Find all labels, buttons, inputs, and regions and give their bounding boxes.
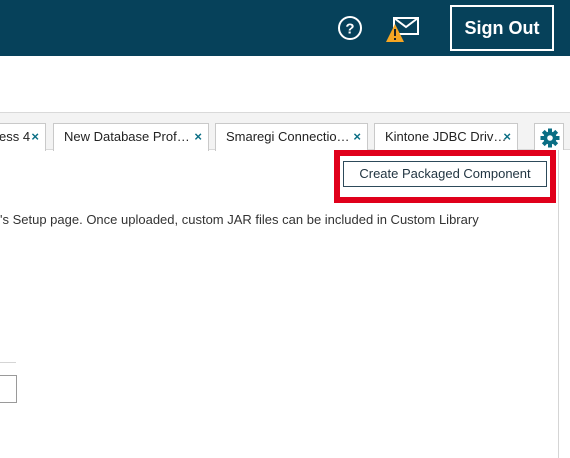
tab-kintone-jdbc-driver[interactable]: Kintone JDBC Driv… × — [374, 123, 518, 151]
close-icon[interactable]: × — [503, 124, 511, 150]
settings-button[interactable] — [534, 123, 564, 150]
help-icon[interactable]: ? — [337, 15, 363, 41]
setup-description: 's Setup page. Once uploaded, custom JAR… — [0, 212, 479, 227]
close-icon[interactable]: × — [353, 124, 361, 150]
close-icon[interactable]: × — [194, 124, 202, 150]
tab-label: New Database Prof… — [64, 129, 190, 144]
envelope-warning-icon[interactable] — [385, 16, 421, 44]
svg-text:?: ? — [345, 21, 354, 38]
text-input[interactable] — [0, 375, 17, 403]
close-icon[interactable]: × — [31, 124, 39, 150]
tab-label: Smaregi Connectio… — [226, 129, 350, 144]
create-packaged-component-button[interactable]: Create Packaged Component — [343, 161, 547, 187]
tab-strip: ess 4 × New Database Prof… × Smaregi Con… — [0, 112, 570, 151]
top-nav-bar: ? Sign Out — [0, 0, 570, 56]
sign-out-button[interactable]: Sign Out — [450, 5, 554, 51]
tab-new-database-profile[interactable]: New Database Prof… × — [53, 123, 209, 151]
tab-process[interactable]: ess 4 × — [0, 123, 46, 151]
gear-icon — [540, 128, 560, 148]
tab-smaregi-connection[interactable]: Smaregi Connectio… × — [215, 123, 368, 151]
panel-border — [558, 150, 559, 458]
tab-label: ess 4 — [0, 129, 31, 144]
tab-label: Kintone JDBC Driv… — [385, 129, 507, 144]
divider — [0, 362, 16, 363]
link-fragment[interactable] — [0, 166, 1, 182]
